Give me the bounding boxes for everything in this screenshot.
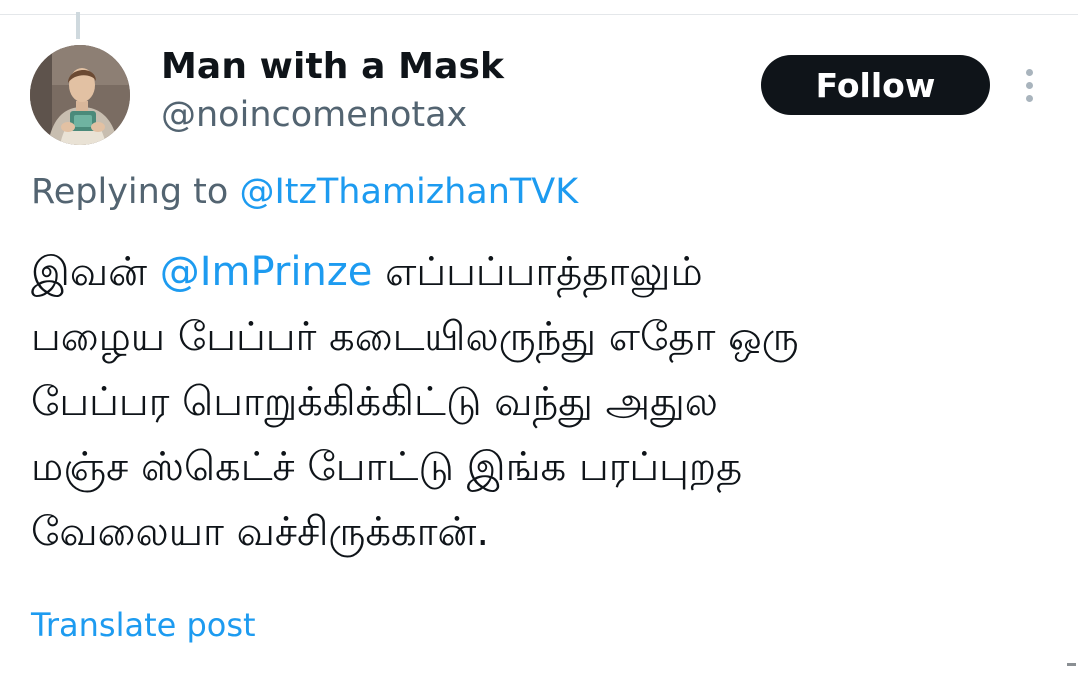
tweet-text-segment: இவன் xyxy=(31,249,160,295)
follow-button[interactable]: Follow xyxy=(761,55,990,115)
more-vertical-icon[interactable] xyxy=(1016,66,1044,106)
more-dot xyxy=(1026,82,1033,89)
tweet-line: வேலையா வச்சிருக்கான். xyxy=(31,509,490,555)
tweet-text: இவன் @ImPrinze எப்பப்பாத்தாலும் பழைய பேப… xyxy=(31,240,1051,565)
avatar[interactable] xyxy=(30,45,130,145)
more-dot xyxy=(1026,69,1033,76)
author-display-name[interactable]: Man with a Mask xyxy=(161,46,504,87)
tweet-text-segment: எப்பப்பாத்தாலும் xyxy=(372,249,703,295)
tweet-line: மஞ்ச ஸ்கெட்ச் போட்டு இங்க பரப்புறத xyxy=(31,444,743,490)
tweet-mention-link[interactable]: @ImPrinze xyxy=(160,249,373,295)
replying-to: Replying to @ItzThamizhanTVK xyxy=(31,172,578,212)
tweet-line: பழைய பேப்பர் கடையிலருந்து எதோ ஒரு xyxy=(31,314,799,360)
replying-to-label: Replying to xyxy=(31,172,229,212)
tweet-line: பேப்பர பொறுக்கிக்கிட்டு வந்து அதுல xyxy=(31,379,718,425)
profile-photo-icon xyxy=(30,45,130,145)
author-handle[interactable]: @noincomenotax xyxy=(161,95,467,135)
more-dot xyxy=(1026,95,1033,102)
top-divider xyxy=(0,14,1078,15)
thread-connector-line xyxy=(76,12,80,39)
translate-post-link[interactable]: Translate post xyxy=(31,606,256,644)
tweet-line: இவன் @ImPrinze எப்பப்பாத்தாலும் xyxy=(31,240,1051,305)
reply-mention-link[interactable]: @ItzThamizhanTVK xyxy=(239,172,578,212)
tweet-view: Man with a Mask @noincomenotax Follow Re… xyxy=(0,0,1078,673)
corner-mark xyxy=(1067,663,1076,666)
